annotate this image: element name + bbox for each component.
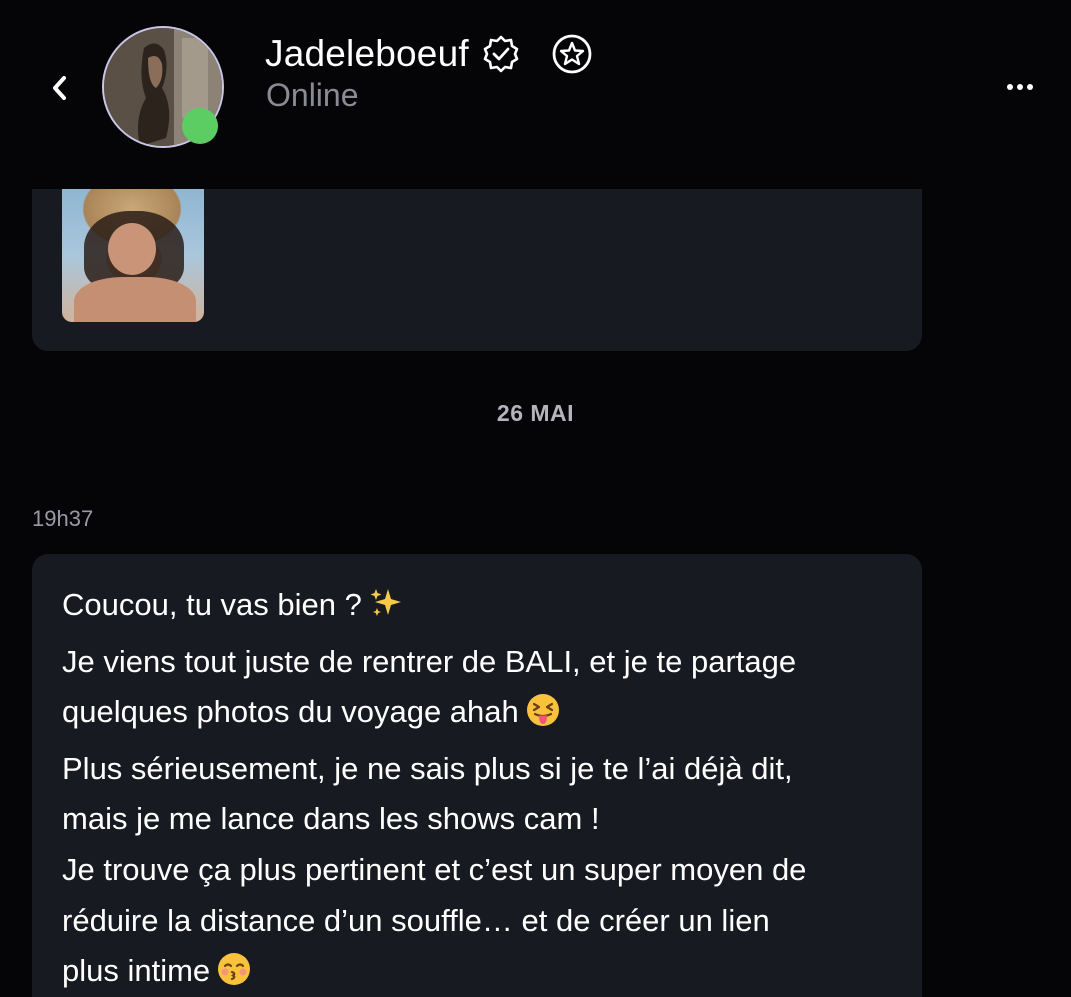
squinting-tongue-emoji [525, 692, 561, 744]
online-status-dot [182, 108, 218, 144]
kissing-closed-eyes-emoji [216, 951, 252, 997]
message-line: Coucou, tu vas bien ? [62, 580, 902, 637]
contact-name-row: Jadeleboeuf [265, 28, 593, 80]
message-line: Je viens tout juste de rentrer de BALI, … [62, 643, 797, 679]
message-line: réduire la distance d’un souffle… et de … [62, 902, 770, 938]
chevron-left-icon [53, 76, 66, 100]
back-button[interactable] [40, 66, 80, 110]
more-options-button[interactable] [1000, 72, 1040, 102]
message-line: plus intime [62, 946, 902, 997]
message-line: Plus sérieusement, je ne sais plus si je… [62, 750, 793, 786]
chat-header: Jadeleboeuf Online [0, 0, 1071, 180]
message-line: quelques photos du voyage ahah [62, 687, 902, 744]
sparkles-emoji [368, 585, 404, 637]
message-line: Je trouve ça plus pertinent et c’est un … [62, 851, 807, 887]
message-text: Coucou, tu vas bien ? Je viens tout just… [62, 580, 902, 997]
date-separator: 26 MAI [496, 400, 575, 426]
message-bubble-text: Coucou, tu vas bien ? Je viens tout just… [32, 554, 922, 997]
message-bubble-photo [32, 189, 922, 351]
message-time: 19h37 [32, 506, 94, 531]
chat-screen: Jadeleboeuf Online 26 MAI 19h37 Coucou, … [0, 0, 1071, 997]
more-dots-icon [1007, 84, 1013, 90]
star-circle-icon[interactable] [551, 33, 593, 75]
message-line: mais je me lance dans les shows cam ! [62, 801, 600, 837]
verified-check-icon [483, 35, 519, 73]
photo-attachment[interactable] [62, 189, 204, 322]
contact-status: Online [266, 77, 359, 113]
contact-name[interactable]: Jadeleboeuf [265, 33, 469, 75]
